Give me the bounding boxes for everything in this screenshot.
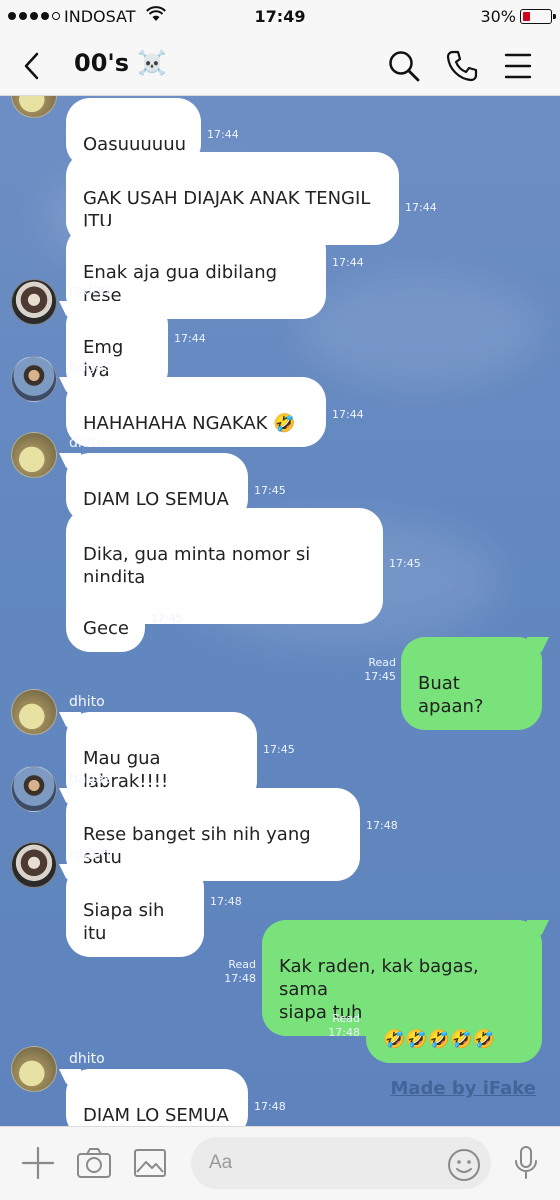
message-text: Gece (83, 618, 129, 639)
message-time: 17:48 (224, 972, 256, 985)
message-time: 17:44 (405, 201, 437, 214)
sender-name: raden (69, 847, 110, 863)
message-time: 17:44 (174, 332, 206, 345)
gallery-button[interactable] (132, 1145, 168, 1181)
voice-button[interactable] (508, 1145, 544, 1181)
message-time: 17:48 (210, 895, 242, 908)
mic-icon (515, 1146, 537, 1179)
sender-name: dhito (69, 435, 105, 451)
search-icon (389, 51, 420, 82)
back-button[interactable] (12, 46, 52, 86)
outgoing-message-bubble[interactable]: 🤣🤣🤣🤣🤣 (366, 993, 542, 1063)
avatar-dhito[interactable] (11, 96, 57, 118)
image-icon (134, 1149, 166, 1177)
sticker-button[interactable] (446, 1147, 482, 1183)
message-time: 17:48 (366, 819, 398, 832)
read-receipt: Read (332, 1012, 360, 1025)
camera-button[interactable] (76, 1145, 112, 1181)
read-receipt: Read (228, 958, 256, 971)
avatar-raden[interactable] (11, 279, 57, 325)
battery-icon (520, 9, 556, 24)
add-button[interactable] (20, 1145, 56, 1181)
battery-percent: 30% (480, 7, 516, 26)
message-text: DIAM LO SEMUA (83, 1105, 229, 1126)
message-time: 17:48 (254, 1100, 286, 1113)
input-bar (0, 1126, 560, 1200)
message-time: 17:45 (389, 557, 421, 570)
avatar-bagas[interactable] (11, 356, 57, 402)
avatar-dhito[interactable] (11, 432, 57, 478)
chat-screen: Oasuuuuuu 17:44 GAK USAH DIAJAK ANAK TEN… (0, 0, 560, 1200)
menu-icon (504, 53, 532, 79)
chat-title[interactable]: 00's ☠️ (74, 49, 167, 77)
watermark: Made by iFake (390, 1078, 536, 1099)
avatar-bagas[interactable] (11, 766, 57, 812)
message-time: 17:48 (328, 1026, 360, 1039)
background-cloud (300, 276, 540, 386)
status-time: 17:49 (254, 7, 306, 26)
message-text: Enak aja gua dibilang rese (83, 262, 278, 306)
chat-area[interactable]: Oasuuuuuu 17:44 GAK USAH DIAJAK ANAK TEN… (0, 96, 560, 1126)
message-text: Buat apaan? (418, 673, 484, 717)
call-button[interactable] (442, 46, 482, 86)
sender-name: bagas (69, 359, 112, 375)
message-time: 17:45 (151, 612, 183, 625)
search-button[interactable] (384, 46, 424, 86)
avatar-dhito[interactable] (11, 1046, 57, 1092)
back-icon (24, 52, 39, 80)
read-receipt: Read (368, 656, 396, 669)
message-time: 17:45 (254, 484, 286, 497)
message-bubble[interactable]: DIAM LO SEMUA (66, 1069, 248, 1126)
battery-level (522, 11, 531, 21)
message-text: Rese banget sih nih yang satu (83, 824, 311, 868)
message-time: 17:45 (364, 670, 396, 683)
status-bar: INDOSAT 17:49 30% (0, 0, 560, 34)
message-time: 17:44 (332, 408, 364, 421)
avatar-dhito[interactable] (11, 689, 57, 735)
message-text: HAHAHAHA NGAKAK 🤣 (83, 413, 296, 434)
sender-name: dhito (69, 1051, 105, 1067)
message-bubble[interactable]: Gece (66, 582, 145, 652)
sender-name: bagas (69, 771, 112, 787)
message-time: 17:44 (332, 256, 364, 269)
outgoing-message-bubble[interactable]: Buat apaan? (401, 637, 542, 730)
message-text: 🤣🤣🤣🤣🤣 (383, 1029, 496, 1050)
message-text: DIAM LO SEMUA (83, 489, 229, 510)
phone-icon (446, 50, 478, 82)
message-bubble[interactable]: HAHAHAHA NGAKAK 🤣 (66, 377, 326, 447)
message-time: 17:45 (263, 743, 295, 756)
sender-name: dhito (69, 694, 105, 710)
menu-button[interactable] (498, 46, 538, 86)
avatar-raden[interactable] (11, 842, 57, 888)
message-text: Siapa sih itu (83, 900, 165, 944)
sticker-icon (448, 1149, 480, 1181)
camera-icon (77, 1148, 111, 1178)
top-bar: INDOSAT 17:49 30% 00's ☠️ (0, 0, 560, 96)
chat-header: 00's ☠️ (0, 36, 560, 94)
sender-name: raden (69, 283, 110, 299)
message-bubble[interactable]: Siapa sih itu (66, 864, 204, 957)
message-time: 17:44 (207, 128, 239, 141)
plus-icon (21, 1146, 55, 1180)
